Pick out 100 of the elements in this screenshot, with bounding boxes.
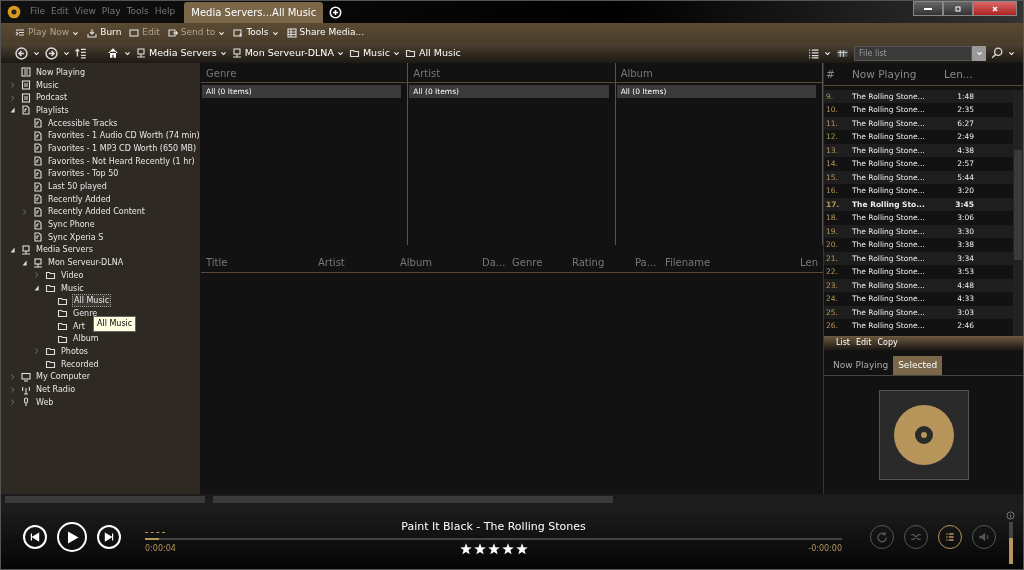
tree-item[interactable]: Mon Serveur-DLNA <box>47 257 125 269</box>
tree-item[interactable]: Favorites - 1 Audio CD Worth (74 min) <box>47 130 201 142</box>
tree-item[interactable]: Music <box>60 282 85 294</box>
caret-icon[interactable] <box>124 49 131 57</box>
caret-icon[interactable] <box>219 49 227 57</box>
minimize-button[interactable] <box>913 1 943 16</box>
document-icon <box>33 156 43 167</box>
panel-menu-item[interactable]: Copy <box>877 336 898 349</box>
panel-menu-item[interactable]: Edit <box>856 336 872 349</box>
tree-item[interactable]: Accessible Tracks <box>47 117 119 129</box>
back-icon[interactable] <box>15 46 28 60</box>
tree-item[interactable]: All Music <box>72 294 112 308</box>
menu-item[interactable]: Play <box>98 4 124 23</box>
toolbar-button[interactable]: Burn <box>87 26 122 40</box>
caret-icon[interactable] <box>33 49 40 57</box>
caret-icon[interactable] <box>1008 49 1015 57</box>
tab[interactable]: Selected <box>893 355 943 376</box>
expander-icon[interactable] <box>33 284 41 293</box>
tree-item[interactable]: Favorites - 1 MP3 CD Worth (650 MB) <box>47 142 198 154</box>
column-header[interactable]: Filename <box>665 255 800 270</box>
close-button[interactable] <box>973 1 1017 16</box>
panel-menu-item[interactable]: List <box>836 336 850 349</box>
column-header[interactable]: Da... <box>482 255 512 270</box>
radio-tower-icon <box>21 384 31 395</box>
expander-icon[interactable] <box>21 258 29 267</box>
column-header[interactable]: Title <box>206 255 318 270</box>
tree-item[interactable]: My Computer <box>35 371 91 383</box>
column-header[interactable]: Album <box>400 255 482 270</box>
expander-icon[interactable] <box>9 245 17 254</box>
expander-icon[interactable] <box>9 106 17 115</box>
column-header[interactable]: Genre <box>512 255 572 270</box>
breadcrumb-item[interactable]: All Music <box>404 45 461 61</box>
column-header[interactable]: Now Playing <box>852 67 944 83</box>
caret-icon[interactable] <box>392 49 400 57</box>
previous-button[interactable] <box>23 525 47 549</box>
column-header[interactable]: Rating <box>572 255 635 270</box>
column-header[interactable]: # <box>826 67 852 83</box>
scrollbar[interactable] <box>1013 89 1023 336</box>
menu-item[interactable]: File <box>27 4 49 23</box>
caret-icon[interactable] <box>63 49 70 57</box>
tree-item[interactable]: Music <box>35 79 60 91</box>
tree-item[interactable]: Album <box>72 333 100 345</box>
list-icon <box>15 28 25 38</box>
menu-item[interactable]: Help <box>151 4 179 23</box>
up-level-icon[interactable] <box>75 47 87 59</box>
tree-item[interactable]: Now Playing <box>35 66 87 78</box>
column-header[interactable]: Len <box>800 255 818 270</box>
caret-icon[interactable] <box>824 49 831 57</box>
tree-item[interactable]: Web <box>35 396 55 408</box>
grid-view-icon[interactable] <box>836 47 849 59</box>
column-header[interactable]: Album <box>615 63 822 83</box>
maximize-button[interactable] <box>943 1 973 16</box>
tree-item[interactable]: Video <box>60 269 85 281</box>
tab[interactable]: Now Playing <box>828 355 894 376</box>
menu-item[interactable]: View <box>71 4 99 23</box>
tree-item[interactable]: Art <box>72 320 86 332</box>
tree-item[interactable]: Podcast <box>35 92 69 104</box>
tab[interactable]: Media Servers...All Music <box>184 2 324 23</box>
menu-item[interactable]: Tools <box>123 4 152 23</box>
search-icon[interactable] <box>991 47 1003 59</box>
info-icon[interactable] <box>1006 510 1015 520</box>
play-button[interactable] <box>57 522 87 552</box>
tree-item[interactable]: Net Radio <box>35 384 77 396</box>
tree-item[interactable]: Last 50 played <box>47 181 108 193</box>
column-header[interactable]: Artist <box>318 255 400 270</box>
menu-item[interactable]: Edit <box>48 4 72 23</box>
tree-item[interactable]: Media Servers <box>35 244 94 256</box>
tree-item[interactable]: Favorites - Not Heard Recently (1 hr) <box>47 155 196 167</box>
progress-track[interactable] <box>145 538 842 541</box>
dropdown-button[interactable] <box>972 45 986 61</box>
caret-icon[interactable] <box>336 49 344 57</box>
tree-item[interactable]: Photos <box>60 345 89 357</box>
forward-icon[interactable] <box>45 46 58 60</box>
column-header[interactable]: Artist <box>408 63 615 83</box>
next-button[interactable] <box>97 525 121 549</box>
search-field[interactable]: File list <box>854 45 972 61</box>
scrollbar[interactable] <box>5 496 205 503</box>
tree-item[interactable]: Recorded <box>60 358 100 370</box>
tree-item[interactable]: Recently Added <box>47 193 112 205</box>
toolbar-button[interactable]: Share Media... <box>286 26 364 40</box>
tree-item[interactable]: Favorites - Top 50 <box>47 168 120 180</box>
home-icon[interactable] <box>107 47 119 59</box>
view-list-icon[interactable] <box>808 47 819 59</box>
breadcrumb-item[interactable]: Music <box>348 45 400 61</box>
tree-item[interactable]: Recently Added Content <box>47 206 146 218</box>
column-header[interactable]: Genre <box>201 63 408 83</box>
column-header[interactable]: Len... <box>944 67 974 83</box>
column-header[interactable]: Pa... <box>635 255 665 270</box>
breadcrumb-item[interactable]: Media Servers <box>136 45 227 61</box>
tree-item[interactable]: Playlists <box>35 104 70 116</box>
breadcrumb-item[interactable]: Mon Serveur-DLNA <box>231 45 344 61</box>
volume-slider[interactable] <box>1008 521 1013 564</box>
tree-item[interactable]: Sync Phone <box>47 219 96 231</box>
scrollbar[interactable] <box>213 496 613 503</box>
toolbar-button[interactable]: Tools <box>233 26 279 40</box>
caret-icon[interactable] <box>271 29 279 37</box>
add-tab-icon[interactable] <box>329 6 343 19</box>
tree-item[interactable]: Genre <box>72 307 99 319</box>
star-rating[interactable] <box>459 543 528 556</box>
tree-item[interactable]: Sync Xperia S <box>47 231 105 243</box>
